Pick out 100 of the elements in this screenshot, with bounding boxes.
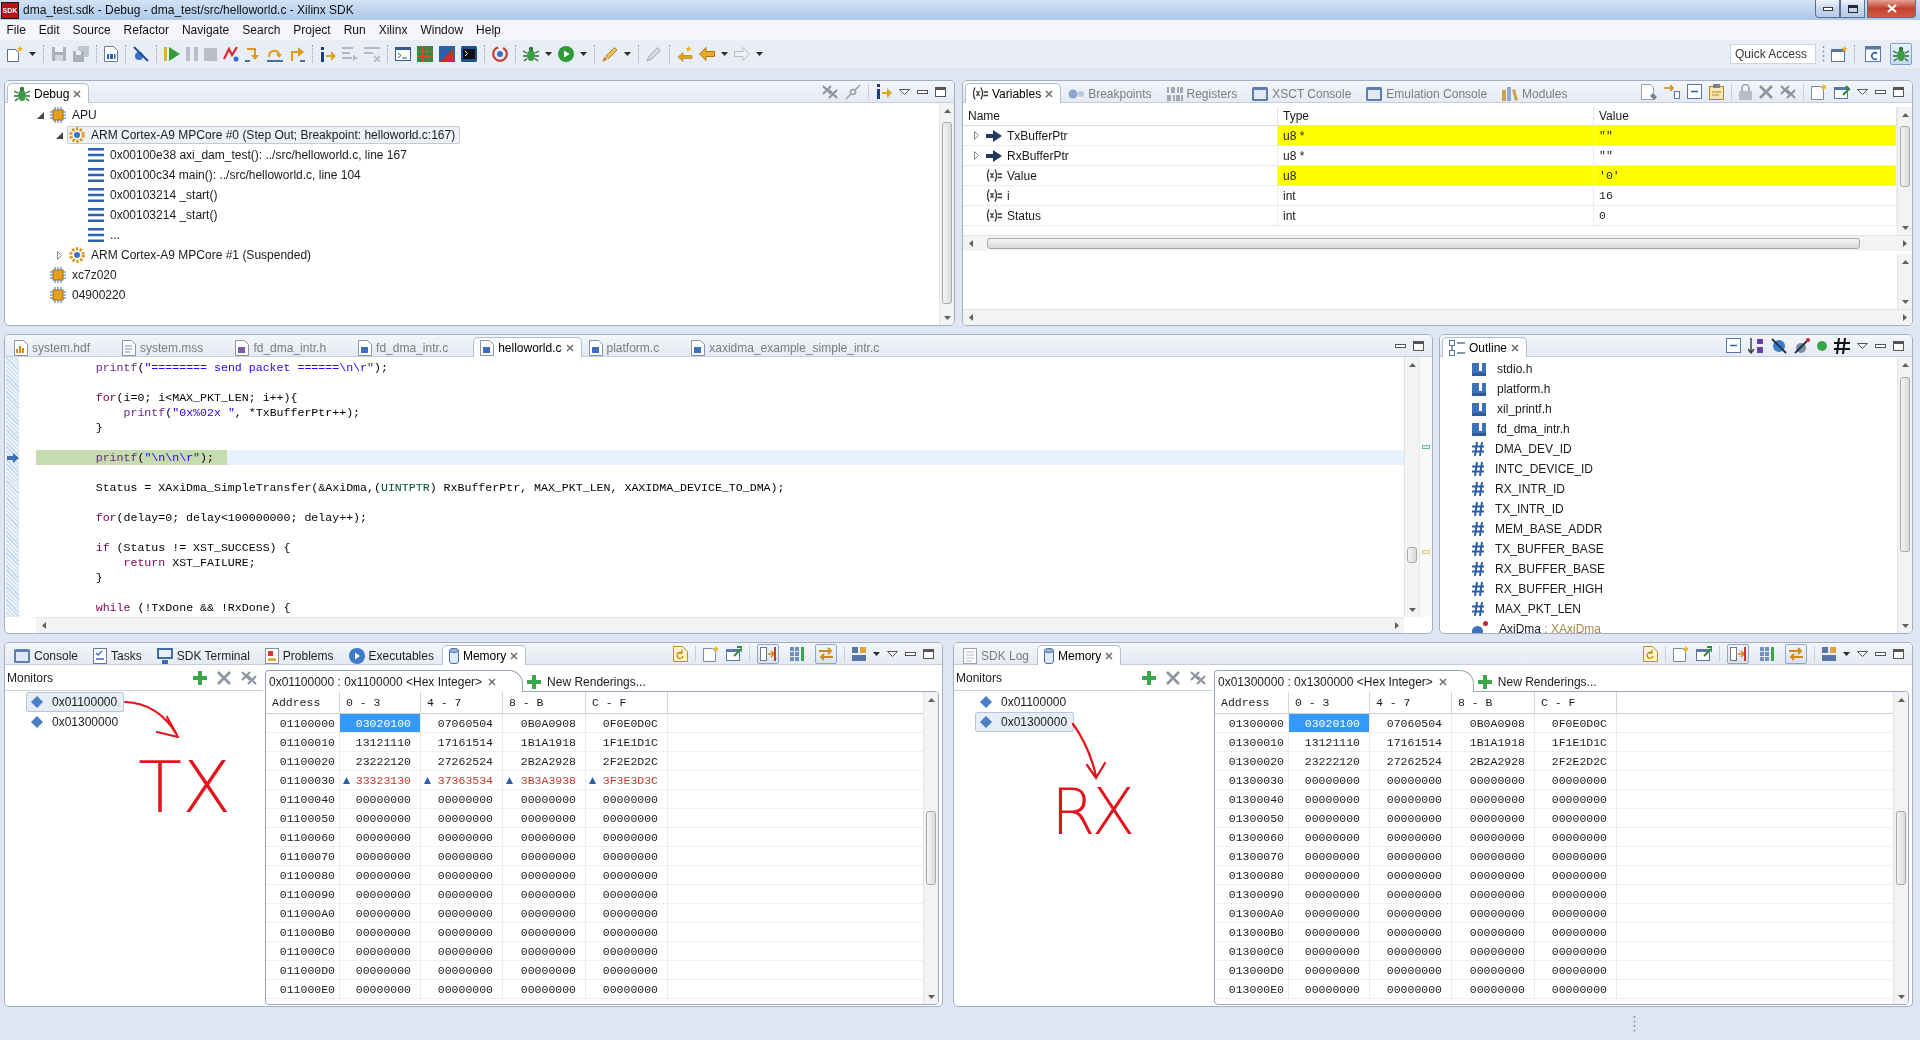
open-perspective-icon[interactable] <box>1831 46 1847 62</box>
new-file-icon[interactable] <box>7 46 23 62</box>
memory-cell[interactable]: 00000000 <box>1289 809 1370 828</box>
editor-tab[interactable]: platform.c <box>581 337 685 357</box>
scroll-left-icon[interactable] <box>968 240 973 247</box>
memory-cell[interactable]: 00000000 <box>503 790 586 809</box>
view-tab[interactable]: Memory <box>1037 645 1122 665</box>
memory-cell[interactable]: 2F2E2D2C <box>1535 752 1617 771</box>
memory-cell[interactable]: 00000000 <box>503 828 586 847</box>
editor-tab[interactable]: system.mss <box>115 337 229 357</box>
memory-cell[interactable]: 00000000 <box>1535 980 1617 999</box>
outline-item[interactable]: AxiDma : XAxiDma <box>1440 619 1897 633</box>
memory-cell[interactable]: 0B0A0908 <box>503 714 586 733</box>
collapsed-arrow-icon[interactable] <box>973 131 979 140</box>
memory-cell[interactable]: 00000000 <box>421 809 503 828</box>
caret-icon[interactable] <box>756 52 763 56</box>
memory-cell[interactable]: 00000000 <box>340 942 421 961</box>
scroll-right-icon[interactable] <box>1902 314 1907 321</box>
tree-item[interactable]: xc7z020 <box>48 266 122 284</box>
column-header[interactable]: Name <box>963 107 1278 126</box>
minimize-button[interactable] <box>1815 0 1840 18</box>
editor-tab[interactable]: fd_dma_intr.c <box>351 337 474 357</box>
memory-cell[interactable]: 00000000 <box>1370 885 1452 904</box>
scrollbar-thumb[interactable] <box>1896 811 1906 885</box>
tree-item[interactable]: ... <box>86 226 125 244</box>
bug-icon[interactable] <box>523 46 539 62</box>
remove-icon[interactable] <box>217 670 231 685</box>
outline-item[interactable]: stdio.h <box>1440 359 1897 379</box>
toggle-button[interactable] <box>1727 643 1749 664</box>
memory-cell[interactable]: 00000000 <box>1535 847 1617 866</box>
tree-item[interactable]: APU <box>48 106 102 124</box>
memory-cell[interactable]: 00000000 <box>503 866 586 885</box>
vertical-scrollbar[interactable] <box>1404 357 1419 617</box>
clipboard-icon[interactable] <box>1709 83 1724 100</box>
caret-icon[interactable] <box>1843 651 1850 656</box>
memory-cell[interactable]: 3F3E3D3C <box>586 771 668 790</box>
memory-cell[interactable]: 00000000 <box>421 885 503 904</box>
collapsed-arrow-icon[interactable] <box>973 151 979 160</box>
scroll-left-icon[interactable] <box>41 622 46 629</box>
return-arrow-icon[interactable] <box>289 46 305 62</box>
outline-item[interactable]: DMA_DEV_ID <box>1440 439 1897 459</box>
scrollbar-thumb[interactable] <box>926 811 936 885</box>
view-menu-icon[interactable] <box>899 88 910 95</box>
memory-cell[interactable]: 00000000 <box>1535 866 1617 885</box>
scroll-down-icon[interactable] <box>1902 623 1909 628</box>
memory-cell[interactable]: 00000000 <box>340 828 421 847</box>
editor-tab[interactable]: helloworld.c <box>473 337 582 357</box>
memory-cell[interactable]: 00000000 <box>1535 828 1617 847</box>
memory-cell[interactable]: 00000000 <box>1289 942 1370 961</box>
ring-icon[interactable] <box>492 46 508 62</box>
memory-cell[interactable]: 00000000 <box>1535 904 1617 923</box>
scroll-up-icon[interactable] <box>1898 697 1905 702</box>
menu-item[interactable]: Xilinx <box>372 20 414 40</box>
memory-cell[interactable]: 00000000 <box>340 923 421 942</box>
memory-cell[interactable]: 00000000 <box>1452 771 1535 790</box>
scroll-up-icon[interactable] <box>928 697 935 702</box>
menu-item[interactable]: Window <box>413 20 470 40</box>
maximize-button[interactable] <box>1840 0 1865 18</box>
memory-cell[interactable]: 00000000 <box>503 923 586 942</box>
memory-cell[interactable]: 0B0A0908 <box>1452 714 1535 733</box>
memory-cell[interactable]: 17161514 <box>1370 733 1452 752</box>
memory-cell[interactable]: 00000000 <box>503 961 586 980</box>
memory-cell[interactable]: 07060504 <box>421 714 503 733</box>
view-menu-icon[interactable] <box>1857 650 1868 657</box>
outline-item[interactable]: TX_BUFFER_BASE <box>1440 539 1897 559</box>
view-tab[interactable]: Modules <box>1495 83 1576 103</box>
memory-cell[interactable]: 00000000 <box>1289 885 1370 904</box>
memory-cell[interactable]: 00000000 <box>586 942 668 961</box>
scroll-up-icon[interactable] <box>1902 362 1909 367</box>
outline-item[interactable]: fd_dma_intr.h <box>1440 419 1897 439</box>
memory-cell[interactable]: 00000000 <box>1535 771 1617 790</box>
scroll-down-icon[interactable] <box>944 315 951 320</box>
maximize-icon[interactable] <box>1893 86 1904 97</box>
close-icon[interactable] <box>488 677 497 686</box>
tree-item[interactable]: ARM Cortex-A9 MPCore #0 (Step Out; Breakpoint: helloworld.c:167) <box>67 126 461 144</box>
scroll-down-icon[interactable] <box>928 994 935 999</box>
memory-cell[interactable]: 00000000 <box>1370 961 1452 980</box>
memory-cell[interactable]: 00000000 <box>1535 961 1617 980</box>
maximize-icon[interactable] <box>1413 340 1424 351</box>
memory-cell[interactable]: 00000000 <box>1452 904 1535 923</box>
caret-icon[interactable] <box>721 52 728 56</box>
minimize-icon[interactable] <box>1875 343 1886 348</box>
memory-cell[interactable]: 00000000 <box>340 961 421 980</box>
memory-cell[interactable]: 00000000 <box>1289 847 1370 866</box>
outline-item[interactable]: TX_INTR_ID <box>1440 499 1897 519</box>
menu-item[interactable]: Search <box>235 20 287 40</box>
remove-all-icon[interactable] <box>1780 84 1796 99</box>
memory-cell[interactable]: 00000000 <box>1535 809 1617 828</box>
perspective-button[interactable] <box>1890 43 1912 65</box>
slashed-ball-icon[interactable] <box>1771 337 1787 354</box>
memory-cell[interactable]: 0F0E0D0C <box>1535 714 1617 733</box>
scrollbar-thumb[interactable] <box>1900 376 1910 552</box>
rendering-tab[interactable]: New Renderings... <box>523 670 651 692</box>
close-icon[interactable] <box>1438 677 1447 686</box>
close-icon[interactable] <box>73 89 82 98</box>
scroll-up-icon[interactable] <box>1902 112 1909 117</box>
menu-item[interactable]: Source <box>66 20 118 40</box>
collapse-icon[interactable] <box>1726 338 1741 353</box>
import-window-icon[interactable] <box>1696 646 1712 661</box>
view-tab[interactable]: Tasks <box>86 645 150 665</box>
